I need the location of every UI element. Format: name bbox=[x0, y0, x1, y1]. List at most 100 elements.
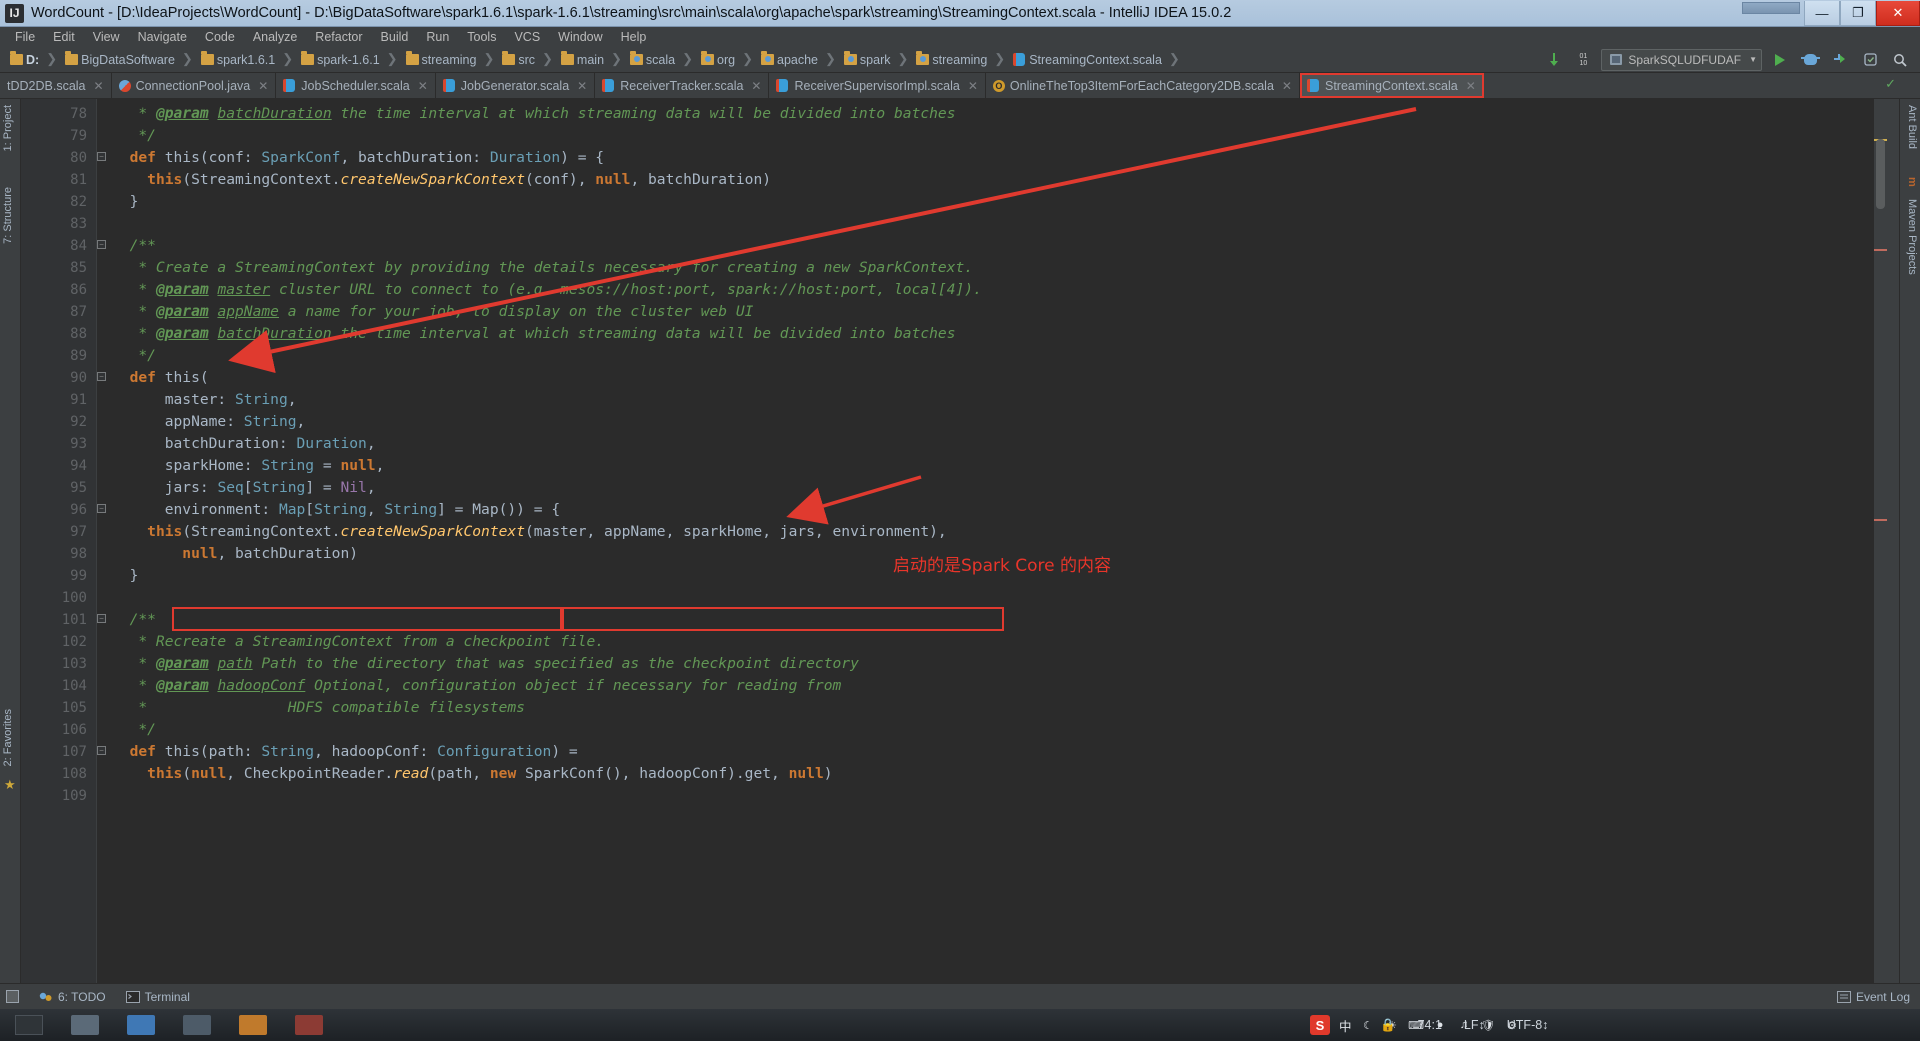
sidebar-item-structure[interactable]: 7: Structure bbox=[2, 187, 14, 244]
breadcrumb-item[interactable]: scala ❯ bbox=[626, 51, 697, 69]
breadcrumb-item[interactable]: streaming ❯ bbox=[402, 51, 499, 69]
code-token: jars: bbox=[112, 479, 218, 496]
close-tab-icon[interactable]: ✕ bbox=[968, 79, 978, 93]
close-tab-icon[interactable]: ✕ bbox=[751, 79, 761, 93]
close-tab-icon[interactable]: ✕ bbox=[577, 79, 587, 93]
taskbar-item[interactable] bbox=[170, 1010, 224, 1040]
menu-item-code[interactable]: Code bbox=[196, 28, 244, 46]
taskbar-item[interactable] bbox=[114, 1010, 168, 1040]
download-icon[interactable] bbox=[1541, 49, 1565, 71]
breadcrumb-item[interactable]: spark ❯ bbox=[840, 51, 912, 69]
breadcrumb-item[interactable]: BigDataSoftware ❯ bbox=[61, 51, 197, 69]
run-icon[interactable] bbox=[1768, 49, 1792, 71]
editor-vertical-scrollbar[interactable] bbox=[1874, 99, 1887, 983]
line-number: 89 bbox=[70, 348, 87, 364]
editor-tab[interactable]: tDD2DB.scala ✕ bbox=[0, 73, 112, 98]
run-with-coverage-icon[interactable] bbox=[1828, 49, 1852, 71]
code-token: this bbox=[147, 523, 183, 540]
editor-tab[interactable]: ReceiverSupervisorImpl.scala ✕ bbox=[769, 73, 986, 98]
breadcrumb-item[interactable]: spark1.6.1 ❯ bbox=[197, 51, 297, 69]
menu-item-help[interactable]: Help bbox=[612, 28, 656, 46]
chevron-down-icon[interactable]: ▼ bbox=[1741, 55, 1757, 64]
editor-tab[interactable]: ConnectionPool.java ✕ bbox=[111, 73, 277, 98]
breadcrumb-label: streaming bbox=[421, 52, 477, 67]
editor-code-area[interactable]: * @param batchDuration the time interval… bbox=[98, 99, 1887, 983]
menu-item-run[interactable]: Run bbox=[417, 28, 458, 46]
bottom-toggle-icon[interactable] bbox=[0, 990, 29, 1003]
breadcrumb-item[interactable]: spark-1.6.1 ❯ bbox=[297, 51, 401, 69]
close-tab-icon[interactable]: ✕ bbox=[1466, 79, 1476, 93]
moon-icon[interactable]: ☾ bbox=[1361, 1018, 1376, 1033]
taskbar-start-button[interactable] bbox=[2, 1010, 56, 1040]
caret-position[interactable]: 74:1 bbox=[1418, 1018, 1442, 1032]
menu-item-navigate[interactable]: Navigate bbox=[129, 28, 196, 46]
breadcrumb-label: main bbox=[576, 52, 605, 67]
line-number: 92 bbox=[70, 414, 87, 430]
code-token: */ bbox=[112, 127, 156, 144]
menu-item-window[interactable]: Window bbox=[549, 28, 611, 46]
sidebar-item-maven-projects[interactable]: Maven Projects bbox=[1906, 199, 1918, 275]
editor-tab[interactable]: JobScheduler.scala ✕ bbox=[276, 73, 436, 98]
menu-item-refactor[interactable]: Refactor bbox=[306, 28, 371, 46]
code-token: path bbox=[217, 655, 253, 672]
close-tab-icon[interactable]: ✕ bbox=[1282, 79, 1292, 93]
close-tab-icon[interactable]: ✕ bbox=[258, 79, 268, 93]
sogou-icon[interactable]: S bbox=[1310, 1015, 1330, 1035]
taskbar-item[interactable] bbox=[58, 1010, 112, 1040]
code-token: Duration bbox=[489, 149, 561, 166]
menu-item-build[interactable]: Build bbox=[372, 28, 418, 46]
maximize-button[interactable]: ❐ bbox=[1840, 1, 1876, 26]
event-log-button[interactable]: Event Log bbox=[1836, 990, 1910, 1004]
menu-item-tools[interactable]: Tools bbox=[458, 28, 505, 46]
close-tab-icon[interactable]: ✕ bbox=[94, 79, 104, 93]
editor-tab[interactable]: O OnlineTheTop3ItemForEachCategory2DB.sca… bbox=[985, 73, 1300, 98]
code-line: * Create a StreamingContext by providing… bbox=[112, 257, 973, 279]
close-tab-icon[interactable]: ✕ bbox=[418, 79, 428, 93]
breadcrumb-item[interactable]: apache ❯ bbox=[757, 51, 840, 69]
taskbar-item[interactable] bbox=[226, 1010, 280, 1040]
taskbar-item[interactable] bbox=[282, 1010, 336, 1040]
debug-icon[interactable] bbox=[1798, 49, 1822, 71]
editor-tab[interactable]: JobGenerator.scala ✕ bbox=[435, 73, 596, 98]
code-editor[interactable]: 78 79 80−81 82 83 84−85 86 87 88 89 90−91 92 93 94 95 9… bbox=[21, 99, 1887, 983]
breadcrumb-item[interactable]: D: ❯ bbox=[6, 51, 61, 69]
breadcrumb-item[interactable]: org ❯ bbox=[697, 51, 757, 69]
menu-item-file[interactable]: File bbox=[6, 28, 44, 46]
ime-mode[interactable]: 中 bbox=[1339, 1016, 1352, 1035]
code-token: = bbox=[314, 457, 341, 474]
lock-icon[interactable]: 🔒 bbox=[1380, 1018, 1396, 1033]
menu-item-analyze[interactable]: Analyze bbox=[244, 28, 306, 46]
scrollbar-thumb[interactable] bbox=[1876, 139, 1885, 209]
code-token: batchDuration bbox=[217, 325, 332, 342]
search-icon[interactable] bbox=[1888, 49, 1912, 71]
bottom-item-terminal-label: Terminal bbox=[144, 989, 190, 1004]
breadcrumb-item[interactable]: StreamingContext.scala ❯ bbox=[1009, 51, 1184, 69]
sync-icon[interactable] bbox=[1858, 49, 1882, 71]
minimize-button[interactable]: — bbox=[1804, 1, 1840, 26]
menu-item-edit[interactable]: Edit bbox=[44, 28, 84, 46]
breadcrumb-item[interactable]: src ❯ bbox=[498, 51, 557, 69]
code-token: [ bbox=[243, 479, 253, 496]
folder-icon bbox=[301, 51, 315, 65]
code-line: this(StreamingContext.createNewSparkCont… bbox=[112, 169, 771, 191]
sidebar-item-favorites[interactable]: 2: Favorites bbox=[2, 709, 14, 766]
code-token: this bbox=[147, 171, 183, 188]
object-icon: O bbox=[992, 79, 1005, 92]
bottom-item-terminal[interactable]: Terminal bbox=[116, 990, 200, 1004]
run-configuration-selector[interactable]: SparkSQLUDFUDAF ▼ bbox=[1601, 48, 1762, 71]
code-token: def bbox=[129, 743, 156, 760]
bottom-item-todo[interactable]: 6: TODO bbox=[29, 990, 116, 1004]
sidebar-item-project[interactable]: 1: Project bbox=[2, 105, 14, 151]
code-token: , bbox=[375, 457, 385, 474]
menu-item-vcs[interactable]: VCS bbox=[505, 28, 549, 46]
editor-tab[interactable]: ReceiverTracker.scala ✕ bbox=[595, 73, 770, 98]
file-encoding[interactable]: UTF-8↕ bbox=[1507, 1018, 1549, 1032]
breadcrumb-item[interactable]: streaming ❯ bbox=[912, 51, 1009, 69]
line-separator[interactable]: LF↕ bbox=[1464, 1018, 1485, 1032]
editor-tab[interactable]: StreamingContext.scala ✕ bbox=[1299, 73, 1484, 98]
editor-gutter[interactable]: 78 79 80−81 82 83 84−85 86 87 88 89 90−91 92 93 94 95 9… bbox=[21, 99, 106, 983]
close-button[interactable]: ✕ bbox=[1876, 1, 1920, 26]
menu-item-view[interactable]: View bbox=[84, 28, 129, 46]
breadcrumb-item[interactable]: main ❯ bbox=[557, 51, 626, 69]
sidebar-item-ant-build[interactable]: Ant Build bbox=[1906, 105, 1918, 149]
